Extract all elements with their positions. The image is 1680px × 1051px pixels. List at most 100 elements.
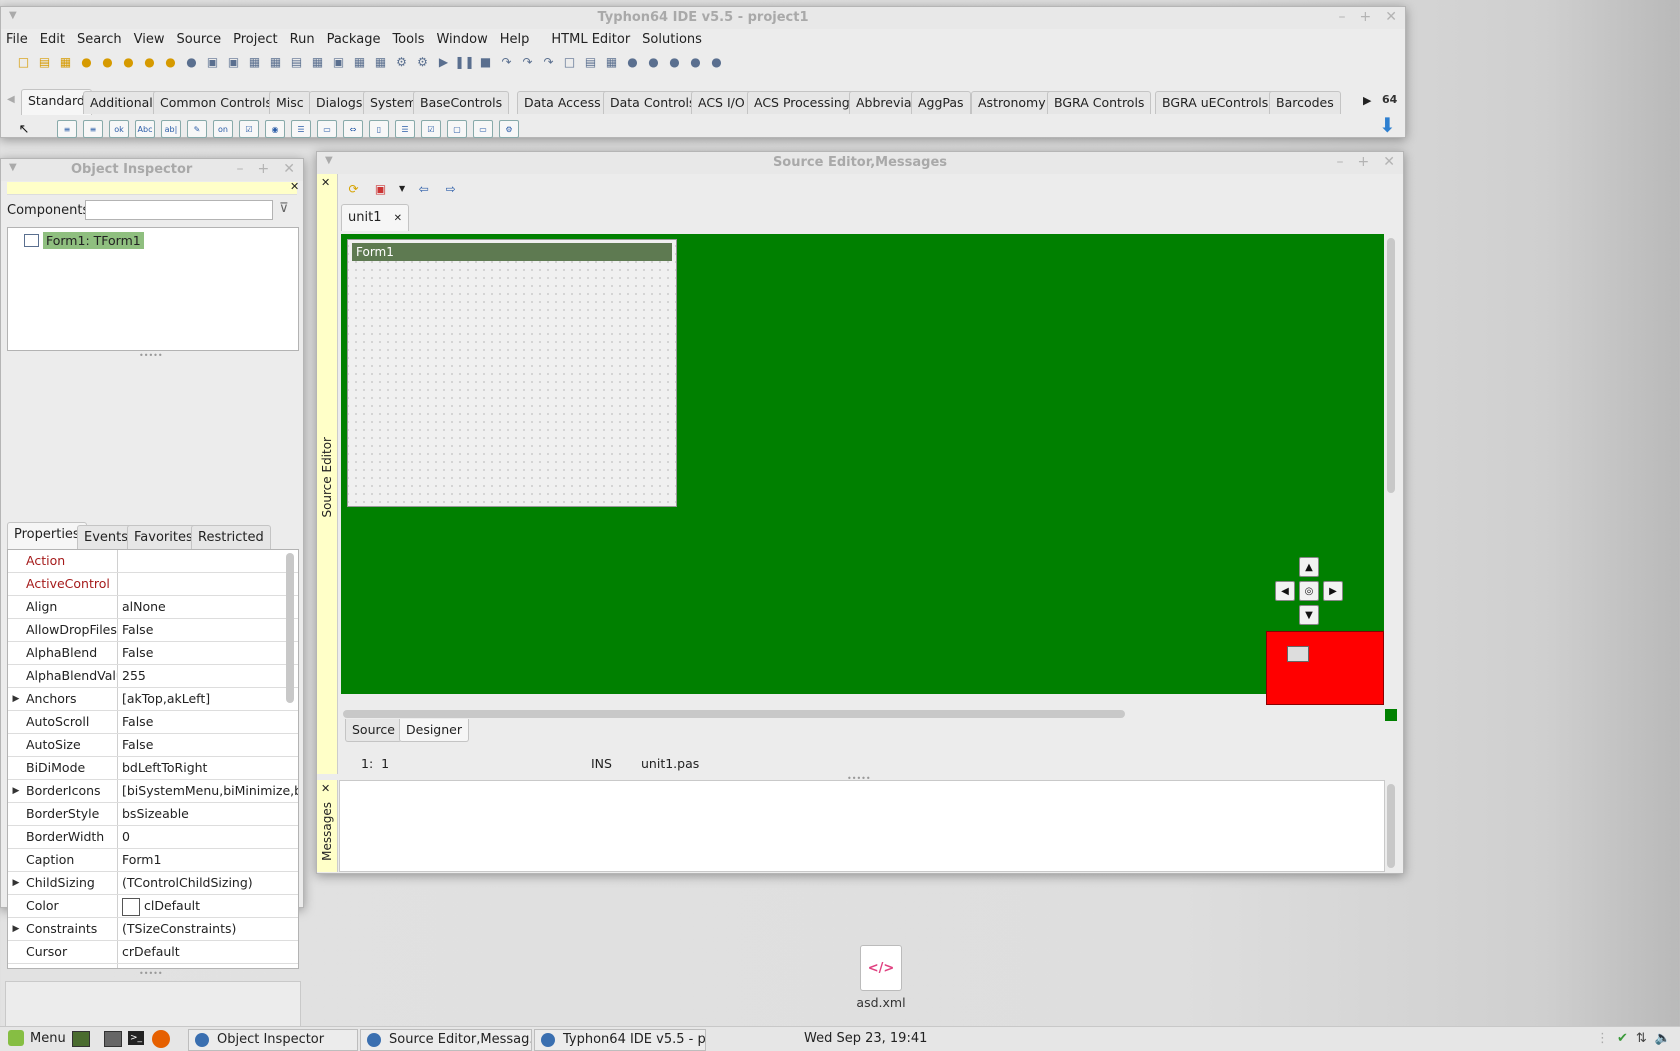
toggle-form-icon[interactable]: ▣: [225, 54, 242, 71]
palette-tab-dialogs[interactable]: Dialogs: [309, 91, 370, 114]
expand-arrow-icon[interactable]: ▶: [8, 780, 24, 802]
source-editor-side-tab[interactable]: Source Editor: [320, 437, 334, 518]
remove-from-project-icon[interactable]: ▤: [288, 54, 305, 71]
property-value[interactable]: 0: [118, 826, 298, 848]
toggle-form-icon[interactable]: ●: [687, 54, 704, 71]
palette-tab-bgra-uecontrols[interactable]: BGRA uEControls: [1155, 91, 1276, 114]
close-icon[interactable]: ●: [162, 54, 179, 71]
new-unit-icon[interactable]: ▦: [57, 54, 74, 71]
nav-center-button[interactable]: ◎: [1299, 581, 1319, 601]
oi-close-icon[interactable]: ✕: [283, 161, 295, 177]
open-package-icon[interactable]: ↷: [540, 54, 557, 71]
property-value[interactable]: (TControlChildSizing): [118, 872, 298, 894]
volume-icon[interactable]: 🔈: [1655, 1031, 1671, 1046]
nav-down-button[interactable]: ▼: [1299, 605, 1319, 625]
designer-hscrollbar[interactable]: [343, 710, 1125, 718]
palette-tab-abbrevia[interactable]: Abbrevia: [849, 91, 919, 114]
menu-run[interactable]: Run: [290, 32, 315, 47]
menu-window[interactable]: Window: [436, 32, 487, 47]
property-value[interactable]: bdLeftToRight: [118, 757, 298, 779]
messages-side-tab[interactable]: Messages: [320, 802, 334, 861]
palette-tcombobox-icon[interactable]: ▭: [317, 120, 337, 138]
filter-clear-icon[interactable]: ⊽: [279, 201, 289, 216]
property-row[interactable]: Color clDefault: [8, 895, 298, 918]
shield-icon[interactable]: ✔: [1617, 1031, 1628, 1046]
taskbar-task[interactable]: Typhon64 IDE v5.5 - p...: [534, 1029, 706, 1051]
palette-tab-acs-i-o[interactable]: ACS I/O: [691, 91, 752, 114]
start-menu-button[interactable]: Menu: [8, 1030, 66, 1046]
palette-tactionlist-icon[interactable]: ⚙: [499, 120, 519, 138]
palette-tab-bgra-controls[interactable]: BGRA Controls: [1047, 91, 1152, 114]
new-file-icon[interactable]: □: [15, 54, 32, 71]
property-row[interactable]: BiDiMode bdLeftToRight: [8, 757, 298, 780]
property-row[interactable]: Align alNone: [8, 596, 298, 619]
oi-tab-favorites[interactable]: Favorites: [127, 525, 200, 550]
property-row[interactable]: BorderWidth 0: [8, 826, 298, 849]
property-value[interactable]: 255: [118, 665, 298, 687]
palette-tab-aggpas[interactable]: AggPas: [911, 91, 971, 114]
messages-scrollbar[interactable]: [1387, 784, 1395, 868]
nav-left-button[interactable]: ◀: [1275, 581, 1295, 601]
oi-info-close-icon[interactable]: ✕: [290, 180, 299, 193]
se-maximize-icon[interactable]: +: [1358, 154, 1370, 170]
project-options-icon[interactable]: ▦: [246, 54, 263, 71]
menu-project[interactable]: Project: [233, 32, 277, 47]
property-value[interactable]: [118, 573, 298, 595]
menu-solutions[interactable]: Solutions: [642, 32, 702, 47]
close-icon[interactable]: ✕: [1385, 9, 1397, 25]
palette-tlistbox-icon[interactable]: ☰: [291, 120, 311, 138]
menu-edit[interactable]: Edit: [40, 32, 65, 47]
save-icon[interactable]: ●: [120, 54, 137, 71]
palette-ttogglebox-icon[interactable]: on: [213, 120, 233, 138]
palette-tradiobutton-icon[interactable]: ◉: [265, 120, 285, 138]
nav-up-button[interactable]: ▲: [1299, 557, 1319, 577]
palette-scroll-left-icon[interactable]: ◀: [7, 94, 15, 105]
property-row[interactable]: ▶ ChildSizing (TControlChildSizing): [8, 872, 298, 895]
palette-download-icon[interactable]: ⬇: [1379, 113, 1396, 137]
property-value[interactable]: False: [118, 642, 298, 664]
se-titlebar[interactable]: ▼ Source Editor,Messages – + ✕: [317, 152, 1403, 174]
palette-tlabel-icon[interactable]: Abc: [135, 120, 155, 138]
step-over-icon[interactable]: ▶: [435, 54, 452, 71]
palette-tcheckgroup-icon[interactable]: ☑: [421, 120, 441, 138]
palette-tpanel-icon[interactable]: ▢: [447, 120, 467, 138]
step-into-icon[interactable]: ⚙: [414, 54, 431, 71]
files-launcher-icon[interactable]: [104, 1031, 122, 1047]
property-row[interactable]: BorderStyle bsSizeable: [8, 803, 298, 826]
property-value[interactable]: alNone: [118, 596, 298, 618]
view-units-icon[interactable]: ●: [645, 54, 662, 71]
terminal-launcher-icon[interactable]: >_: [128, 1031, 144, 1045]
jump-icon[interactable]: ⟳: [345, 180, 362, 197]
form1-preview[interactable]: Form1: [347, 239, 677, 507]
oi-tab-properties[interactable]: Properties: [7, 522, 87, 550]
taskbar-task[interactable]: Source Editor,Messag...: [360, 1029, 532, 1051]
palette-tab-standard[interactable]: Standard: [21, 89, 92, 115]
open-project-icon[interactable]: □: [561, 54, 578, 71]
menu-view[interactable]: View: [134, 32, 165, 47]
side-panel-close-icon[interactable]: ✕: [321, 176, 330, 189]
save-all-icon[interactable]: ▦: [603, 54, 620, 71]
build-icon[interactable]: ▦: [309, 54, 326, 71]
view-units-icon[interactable]: ●: [183, 54, 200, 71]
property-value[interactable]: bsSizeable: [118, 803, 298, 825]
file-tab-close-icon[interactable]: ✕: [394, 213, 402, 224]
taskbar-task[interactable]: Object Inspector: [188, 1029, 358, 1051]
oi-splitter-2[interactable]: •••••: [139, 969, 163, 978]
back-icon[interactable]: ⇦: [415, 180, 432, 197]
property-value[interactable]: False: [118, 711, 298, 733]
close-icon[interactable]: ●: [624, 54, 641, 71]
property-row[interactable]: AllowDropFiles False: [8, 619, 298, 642]
palette-tab-misc[interactable]: Misc: [269, 91, 311, 114]
property-row[interactable]: AutoSize False: [8, 734, 298, 757]
pause-icon[interactable]: ▦: [372, 54, 389, 71]
palette-tcheckbox-icon[interactable]: ☑: [239, 120, 259, 138]
messages-close-icon[interactable]: ✕: [321, 782, 330, 795]
expand-arrow-icon[interactable]: ▶: [8, 688, 24, 710]
editor-tab-source[interactable]: Source: [345, 719, 402, 742]
palette-tedit-icon[interactable]: ab|: [161, 120, 181, 138]
menu-help[interactable]: Help: [500, 32, 530, 47]
forward-icon[interactable]: ⇨: [442, 180, 459, 197]
clock[interactable]: Wed Sep 23, 19:41: [804, 1031, 927, 1046]
palette-tgroupbox-icon[interactable]: ▯: [369, 120, 389, 138]
property-row[interactable]: AutoScroll False: [8, 711, 298, 734]
